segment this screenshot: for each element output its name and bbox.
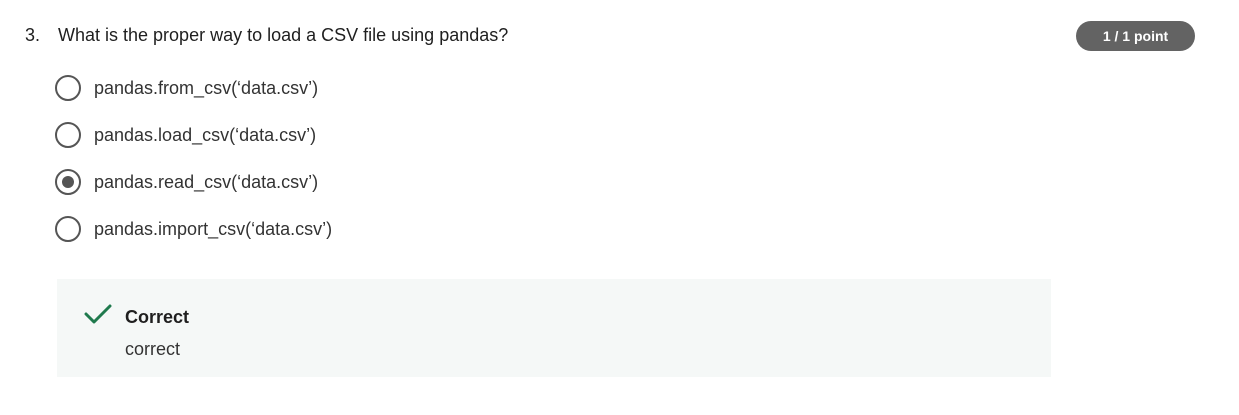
question-number: 3. [25, 25, 41, 45]
score-badge: 1 / 1 point [1076, 21, 1195, 51]
question-text: What is the proper way to load a CSV fil… [58, 25, 509, 45]
radio-button[interactable] [55, 121, 81, 148]
feedback-title: Correct [125, 307, 190, 327]
answer-option[interactable]: pandas.load_csv(‘data.csv’) [55, 119, 332, 150]
feedback-text: correct [125, 339, 181, 359]
radio-button[interactable] [55, 168, 81, 195]
check-icon [84, 304, 112, 324]
option-label: pandas.from_csv(‘data.csv’) [94, 77, 319, 98]
option-label: pandas.load_csv(‘data.csv’) [94, 124, 317, 145]
option-label: pandas.import_csv(‘data.csv’) [94, 218, 333, 239]
answer-option[interactable]: pandas.read_csv(‘data.csv’) [55, 166, 332, 197]
option-label: pandas.read_csv(‘data.csv’) [94, 171, 319, 192]
answer-options: pandas.from_csv(‘data.csv’) pandas.load_… [55, 72, 332, 260]
answer-option[interactable]: pandas.import_csv(‘data.csv’) [55, 213, 332, 244]
radio-button[interactable] [55, 215, 81, 242]
radio-button[interactable] [55, 74, 81, 101]
feedback-panel: Correct correct [57, 279, 1051, 377]
answer-option[interactable]: pandas.from_csv(‘data.csv’) [55, 72, 332, 103]
